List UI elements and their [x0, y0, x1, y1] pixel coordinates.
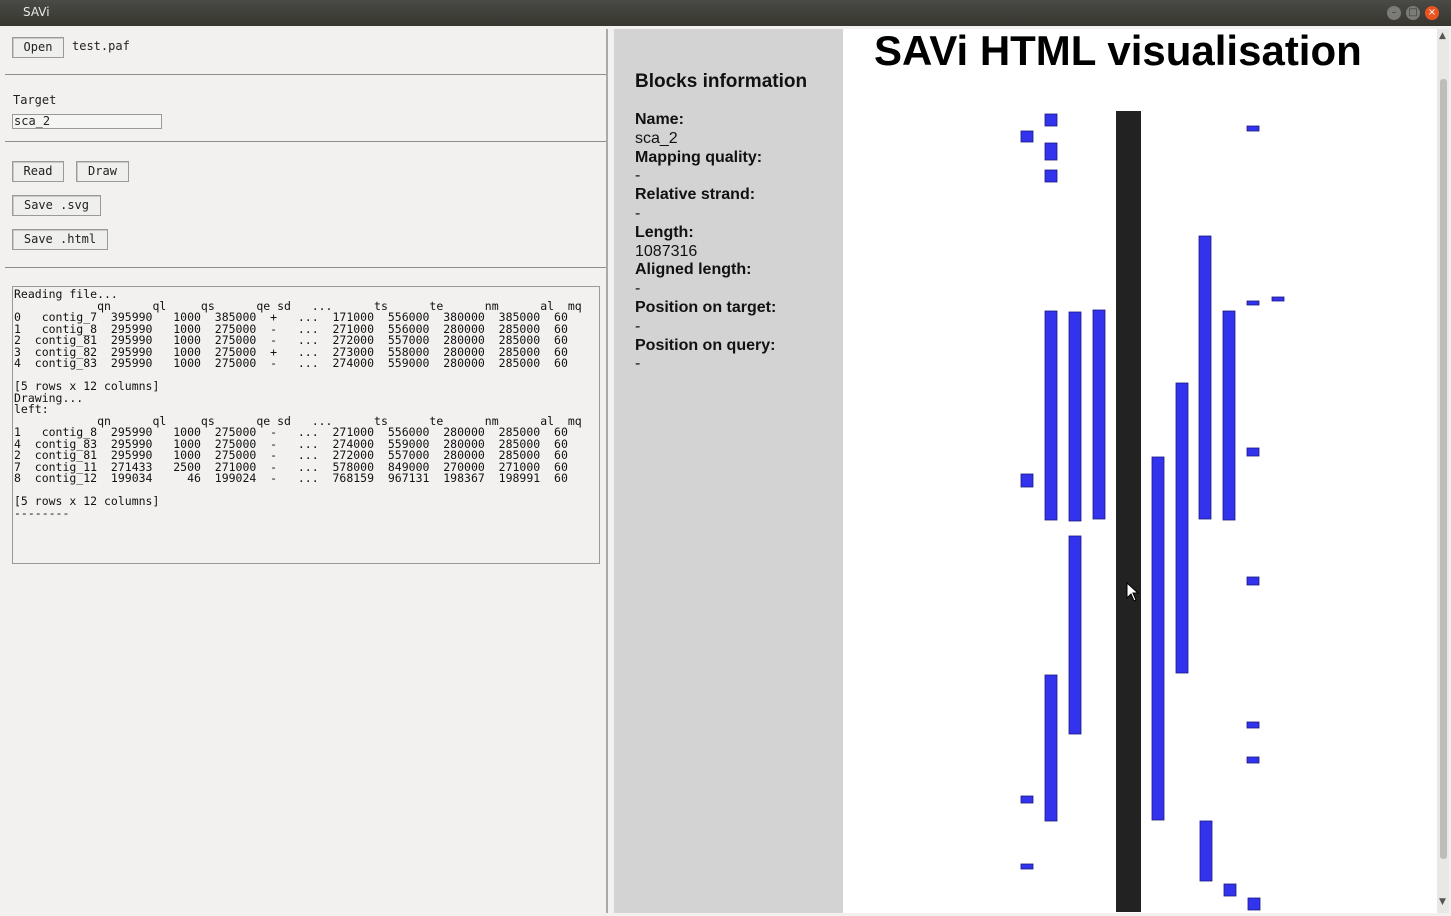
- target-label: Target: [13, 93, 57, 107]
- console-text: Reading file... qn ql qs qe sd ... ts te…: [14, 287, 582, 520]
- separator: [5, 74, 606, 75]
- alignment-block[interactable]: [1020, 863, 1034, 870]
- alignment-block[interactable]: [1246, 447, 1260, 457]
- filename-label: test.paf: [72, 39, 130, 53]
- alignment-block[interactable]: [1044, 169, 1058, 183]
- alignment-block[interactable]: [1068, 535, 1082, 735]
- control-panel: Open test.paf Target sca_2 Read Draw Sav…: [5, 29, 608, 913]
- open-button[interactable]: Open: [12, 37, 64, 58]
- alignment-block[interactable]: [1222, 310, 1236, 521]
- alignment-block[interactable]: [1247, 897, 1261, 911]
- minimize-icon[interactable]: –: [1387, 6, 1401, 20]
- alignment-block[interactable]: [1223, 883, 1237, 897]
- alignment-block[interactable]: [1246, 125, 1260, 132]
- draw-button[interactable]: Draw: [76, 161, 129, 182]
- alignment-block[interactable]: [1246, 300, 1260, 306]
- alignment-block[interactable]: [1199, 820, 1213, 882]
- separator: [5, 267, 606, 268]
- scrollbar-thumb[interactable]: [1440, 79, 1447, 859]
- scroll-down-icon[interactable]: ▼: [1439, 897, 1446, 907]
- save-svg-button[interactable]: Save .svg: [12, 195, 101, 216]
- scroll-up-icon[interactable]: ▲: [1439, 31, 1446, 41]
- alignment-block[interactable]: [1044, 113, 1058, 127]
- alignment-block[interactable]: [1175, 382, 1189, 674]
- alignment-block[interactable]: [1020, 130, 1034, 143]
- vertical-scrollbar[interactable]: ▲ ▼: [1437, 29, 1449, 913]
- alignment-block[interactable]: [1271, 296, 1285, 302]
- close-icon[interactable]: ×: [1425, 6, 1439, 20]
- alignment-block[interactable]: [1246, 576, 1260, 586]
- alignment-block[interactable]: [1246, 756, 1260, 764]
- alignment-block[interactable]: [1044, 142, 1058, 161]
- alignment-block[interactable]: [1068, 311, 1082, 522]
- target-sequence-bar[interactable]: [1116, 111, 1141, 912]
- alignment-block[interactable]: [1092, 309, 1106, 520]
- maximize-icon[interactable]: □: [1406, 6, 1420, 20]
- console-output[interactable]: Reading file... qn ql qs qe sd ... ts te…: [12, 286, 600, 564]
- alignment-block[interactable]: [1246, 721, 1260, 729]
- alignment-block[interactable]: [1044, 674, 1058, 822]
- window-title: SAVi: [23, 5, 50, 19]
- save-html-button[interactable]: Save .html: [12, 229, 108, 250]
- title-bar: SAVi – □ ×: [0, 0, 1451, 26]
- read-button[interactable]: Read: [12, 161, 64, 182]
- alignment-block[interactable]: [1151, 456, 1165, 821]
- alignment-block[interactable]: [1020, 473, 1034, 488]
- alignment-block[interactable]: [1020, 795, 1034, 804]
- visualisation-panel: Blocks information Name: sca_2 Mapping q…: [614, 29, 1437, 913]
- alignment-blocks-canvas[interactable]: [614, 29, 1437, 913]
- separator: [5, 141, 606, 142]
- alignment-block[interactable]: [1044, 310, 1058, 521]
- mouse-cursor-icon: [1126, 582, 1140, 602]
- alignment-block[interactable]: [1198, 235, 1212, 520]
- target-input[interactable]: sca_2: [12, 114, 162, 129]
